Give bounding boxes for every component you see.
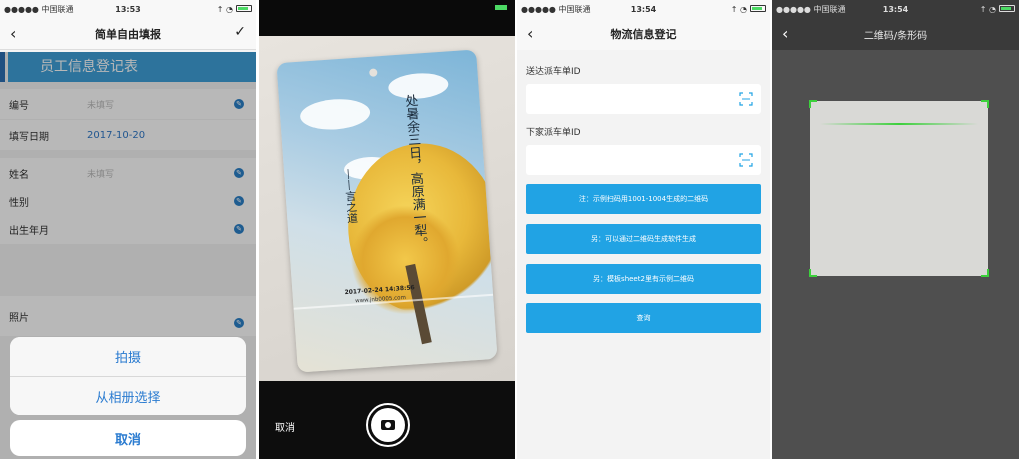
card-poem: 处暑余三日，高原满一犁。 (401, 93, 428, 251)
battery-icon: ↑ ◔ (980, 4, 1015, 14)
scanner-screen: ●●●●● 中国联通 13:54 ↑ ◔ ‹ 二维码/条形码 (772, 0, 1019, 459)
battery-icon: ↑ ◔ (217, 4, 252, 14)
back-chevron-icon[interactable]: ‹ (10, 24, 16, 43)
camera-top-bar (259, 0, 515, 36)
camera-screen: 处暑余三日，高原满一犁。 ——言之道 2017-02-24 14:38:56 w… (259, 0, 515, 459)
next-id-input[interactable] (526, 145, 761, 175)
note-button-2[interactable]: 另：可以通过二维码生成软件生成 (526, 224, 761, 254)
scan-icon[interactable] (739, 92, 753, 106)
status-bar: ●●●●● 中国联通 13:53 ↑ ◔ (0, 0, 256, 18)
camera-cancel-button[interactable]: 取消 (275, 419, 295, 434)
form-screen: ●●●●● 中国联通 13:53 ↑ ◔ ‹ 简单自由填报 ✓ 员工信息登记表 … (0, 0, 256, 459)
carrier-label: ●●●●● 中国联通 (521, 4, 591, 14)
card-hole (369, 68, 378, 77)
scan-icon[interactable] (739, 153, 753, 167)
corner-marker (981, 269, 989, 277)
camera-controls: 取消 (259, 381, 515, 459)
next-id-label: 下家派车单ID (526, 128, 581, 138)
camera-viewfinder: 处暑余三日，高原满一犁。 ——言之道 2017-02-24 14:38:56 w… (259, 36, 515, 381)
shutter-button[interactable] (366, 403, 410, 447)
page-title: 二维码/条形码 (863, 30, 928, 42)
page-title: 简单自由填报 (95, 27, 161, 41)
screenshot-strip: ●●●●● 中国联通 13:53 ↑ ◔ ‹ 简单自由填报 ✓ 员工信息登记表 … (0, 0, 1019, 459)
carrier-label: ●●●●● 中国联通 (4, 4, 74, 14)
action-sheet: 拍摄 从相册选择 (10, 337, 246, 415)
nav-bar: ‹ 物流信息登记 (517, 18, 770, 50)
note-button-3[interactable]: 另：模板sheet2里有示例二维码 (526, 264, 761, 294)
battery-icon: ↑ ◔ (731, 4, 766, 14)
photographed-card: 处暑余三日，高原满一犁。 ——言之道 2017-02-24 14:38:56 w… (276, 49, 498, 373)
cancel-button[interactable]: 取消 (10, 420, 246, 456)
delivery-id-label: 送达派车单ID (526, 67, 581, 77)
battery-icon (495, 5, 507, 10)
note-button-1[interactable]: 注：示例扫码用1001-1004生成的二维码 (526, 184, 761, 214)
back-chevron-icon[interactable]: ‹ (527, 24, 533, 43)
choose-from-album-button[interactable]: 从相册选择 (10, 376, 246, 415)
query-button[interactable]: 查询 (526, 303, 761, 333)
status-bar: ●●●●● 中国联通 13:54 ↑ ◔ (772, 0, 1019, 18)
back-chevron-icon[interactable]: ‹ (782, 24, 788, 43)
page-title: 物流信息登记 (610, 28, 677, 41)
corner-marker (981, 100, 989, 108)
checkmark-icon[interactable]: ✓ (234, 24, 246, 40)
corner-marker (809, 100, 817, 108)
delivery-id-input[interactable] (526, 84, 761, 114)
take-photo-button[interactable]: 拍摄 (10, 337, 246, 376)
scan-laser-line (820, 123, 978, 125)
nav-bar: ‹ 简单自由填报 ✓ (0, 18, 256, 50)
camera-icon (381, 420, 395, 430)
logistics-screen: ●●●●● 中国联通 13:54 ↑ ◔ ‹ 物流信息登记 送达派车单ID 下家… (517, 0, 770, 459)
nav-bar: ‹ 二维码/条形码 (772, 18, 1019, 50)
carrier-label: ●●●●● 中国联通 (776, 4, 846, 14)
corner-marker (809, 269, 817, 277)
status-bar: ●●●●● 中国联通 13:54 ↑ ◔ (517, 0, 770, 18)
scan-frame (809, 100, 989, 277)
